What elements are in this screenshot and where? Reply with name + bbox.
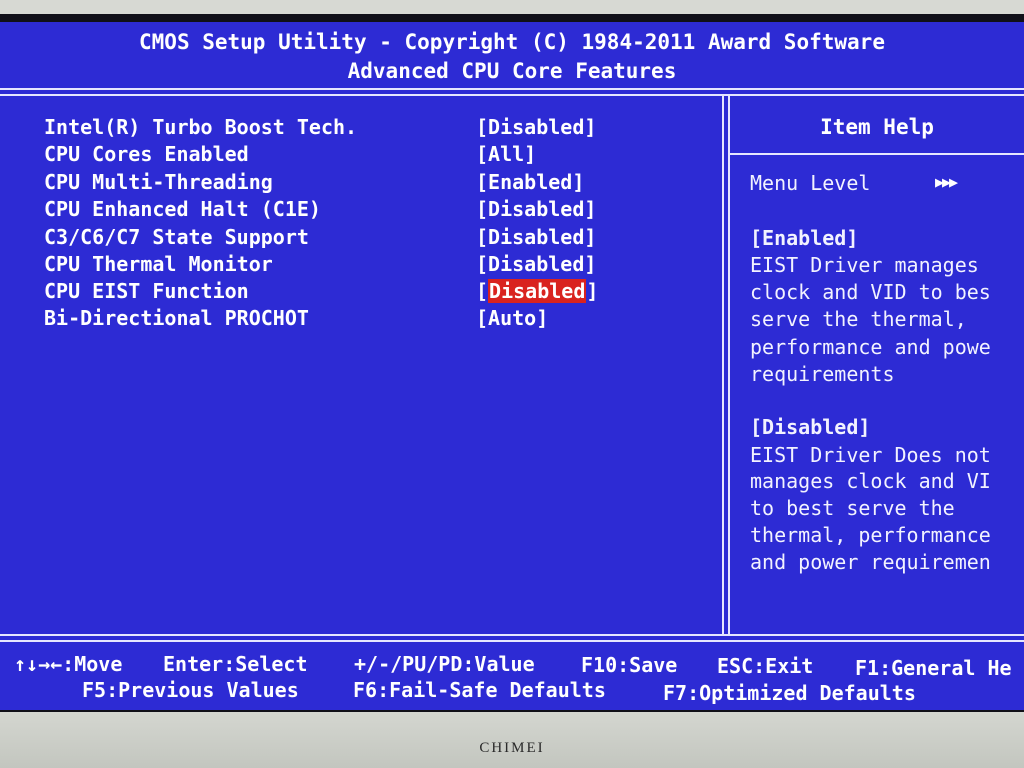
help-enabled-line: clock and VID to bes: [750, 280, 991, 304]
bracket-close: ]: [572, 170, 585, 194]
key-hint-previous-values: F5:Previous Values: [82, 678, 299, 702]
key-hint-move: ↑↓→←:Move: [14, 652, 123, 676]
bracket-open: [: [476, 197, 489, 221]
help-title-divider: [730, 153, 1024, 155]
option-label-prochot[interactable]: Bi-Directional PROCHOT: [44, 306, 309, 330]
help-disabled-line: and power requiremen: [750, 550, 991, 574]
key-hint-save: F10:Save: [581, 653, 678, 677]
option-value-eist-function[interactable]: [Disabled]: [476, 279, 598, 303]
option-label-turbo-boost[interactable]: Intel(R) Turbo Boost Tech.: [44, 115, 357, 139]
key-hint-select: Enter:Select: [163, 652, 308, 676]
bios-screen: CMOS Setup Utility - Copyright (C) 1984-…: [0, 22, 1024, 710]
footer-divider-top: [0, 634, 1024, 636]
monitor-brand-logo: CHIMEI: [479, 740, 545, 756]
bracket-close: ]: [536, 306, 549, 330]
bracket-close: ]: [584, 252, 597, 276]
help-panel-divider: [722, 96, 724, 636]
selected-value-highlight[interactable]: Disabled: [488, 279, 587, 303]
option-label-enhanced-halt[interactable]: CPU Enhanced Halt (C1E): [44, 197, 321, 221]
value-text: Enabled: [488, 170, 573, 194]
value-text: Disabled: [488, 225, 585, 249]
option-value-c-state-support[interactable]: [Disabled]: [476, 225, 596, 249]
help-disabled-heading: [Disabled]: [750, 415, 871, 439]
bracket-close: ]: [586, 279, 599, 303]
bracket-open: [: [476, 225, 489, 249]
option-value-enhanced-halt[interactable]: [Disabled]: [476, 197, 596, 221]
footer-divider-bottom: [0, 640, 1024, 642]
bracket-close: ]: [584, 115, 597, 139]
bracket-close: ]: [584, 225, 597, 249]
value-text: Disabled: [488, 115, 585, 139]
option-label-thermal-monitor[interactable]: CPU Thermal Monitor: [44, 252, 273, 276]
value-text: Auto: [488, 306, 537, 330]
key-hint-value: +/-/PU/PD:Value: [354, 652, 535, 676]
bios-title: CMOS Setup Utility - Copyright (C) 1984-…: [139, 30, 885, 54]
option-label-multi-threading[interactable]: CPU Multi-Threading: [44, 170, 273, 194]
bracket-open: [: [476, 252, 489, 276]
help-disabled-line: thermal, performance: [750, 523, 991, 547]
bracket-open: [: [476, 170, 489, 194]
key-hint-optimized: F7:Optimized Defaults: [663, 681, 916, 705]
value-text: All: [488, 142, 525, 166]
key-hint-fail-safe: F6:Fail-Safe Defaults: [353, 678, 606, 702]
bracket-close: ]: [524, 142, 537, 166]
option-label-cpu-cores[interactable]: CPU Cores Enabled: [44, 142, 249, 166]
bracket-close: ]: [584, 197, 597, 221]
value-text: Disabled: [488, 197, 585, 221]
help-disabled-line: manages clock and VI: [750, 469, 991, 493]
header-divider-top: [0, 88, 1024, 90]
bracket-open: [: [476, 115, 489, 139]
page-title: Advanced CPU Core Features: [347, 59, 677, 83]
help-enabled-heading: [Enabled]: [750, 226, 859, 250]
bracket-open: [: [476, 142, 489, 166]
option-value-multi-threading[interactable]: [Enabled]: [476, 170, 584, 194]
option-label-eist-function[interactable]: CPU EIST Function: [44, 279, 249, 303]
bracket-open: [: [476, 306, 489, 330]
key-hint-exit: ESC:Exit: [717, 654, 814, 678]
option-label-c-state-support[interactable]: C3/C6/C7 State Support: [44, 225, 309, 249]
monitor-bezel-top: [0, 0, 1024, 14]
help-disabled-line: EIST Driver Does not: [750, 443, 991, 467]
key-hint-general-help: F1:General He: [855, 656, 1012, 680]
value-text: Disabled: [488, 252, 585, 276]
menu-level-arrows-icon: ▶▶▶: [935, 173, 958, 191]
help-title: Item Help: [820, 115, 934, 139]
option-value-thermal-monitor[interactable]: [Disabled]: [476, 252, 596, 276]
header-divider-bottom: [0, 94, 1024, 96]
option-value-cpu-cores[interactable]: [All]: [476, 142, 536, 166]
option-value-prochot[interactable]: [Auto]: [476, 306, 548, 330]
help-enabled-line: requirements: [750, 362, 895, 386]
bracket-open: [: [476, 279, 489, 303]
help-disabled-line: to best serve the: [750, 496, 955, 520]
help-enabled-line: performance and powe: [750, 335, 991, 359]
help-enabled-line: serve the thermal,: [750, 307, 967, 331]
menu-level-label: Menu Level: [750, 171, 871, 195]
option-value-turbo-boost[interactable]: [Disabled]: [476, 115, 596, 139]
help-enabled-line: EIST Driver manages: [750, 253, 979, 277]
help-panel-divider-inner: [728, 96, 730, 636]
